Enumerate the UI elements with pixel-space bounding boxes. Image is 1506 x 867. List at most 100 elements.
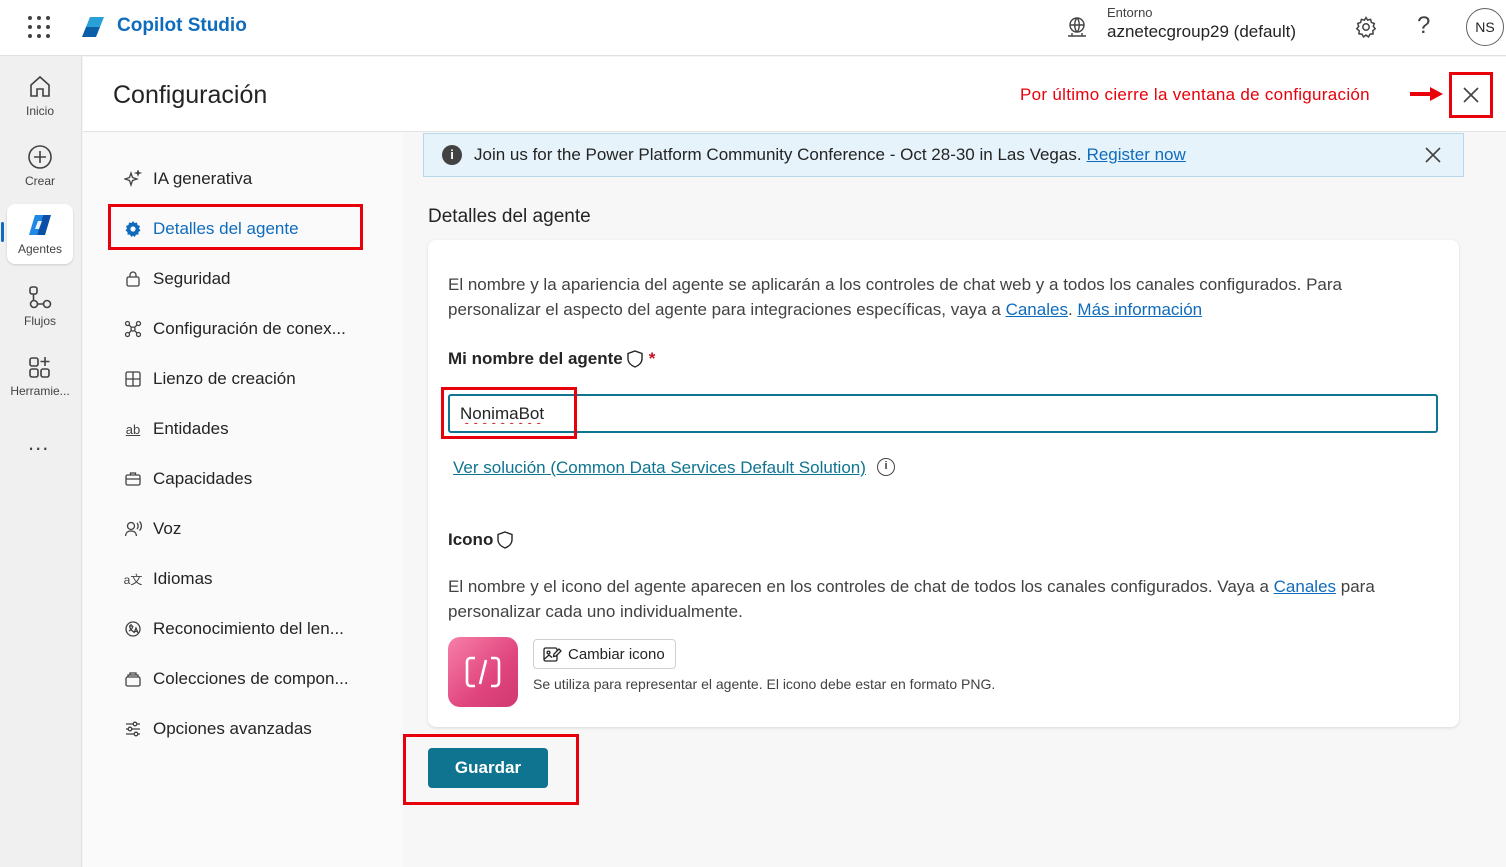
banner-text: Join us for the Power Platform Community… bbox=[474, 145, 1082, 164]
info-icon: i bbox=[442, 145, 462, 165]
app-name[interactable]: Copilot Studio bbox=[117, 15, 247, 37]
nav-item-label: Opciones avanzadas bbox=[153, 719, 312, 738]
shield-icon bbox=[497, 531, 514, 549]
details-description: El nombre y la apariencia del agente se … bbox=[448, 272, 1428, 322]
page-title: Configuración bbox=[113, 81, 268, 109]
gear-icon bbox=[123, 219, 143, 239]
rail-item-label: Agentes bbox=[17, 242, 63, 256]
change-icon-label: Cambiar icono bbox=[568, 645, 665, 663]
rail-item-label: Flujos bbox=[23, 314, 56, 328]
image-edit-icon bbox=[543, 647, 562, 662]
nav-item-colecciones-de-componentes[interactable]: Colecciones de compon... bbox=[123, 664, 349, 694]
rail-item-label: Herramie... bbox=[10, 384, 70, 398]
environment-icon[interactable] bbox=[1066, 16, 1088, 38]
nav-item-label: Seguridad bbox=[153, 269, 231, 288]
language-icon: a文 bbox=[123, 572, 143, 587]
agents-icon bbox=[29, 215, 51, 235]
nav-item-ia-generativa[interactable]: IA generativa bbox=[123, 164, 252, 194]
lock-icon bbox=[123, 269, 143, 289]
close-banner-icon[interactable] bbox=[1423, 145, 1443, 165]
agent-name-label: Mi nombre del agente * bbox=[448, 349, 655, 369]
rail-item-herramientas[interactable]: Herramie... bbox=[0, 346, 80, 410]
agent-name-label-text: Mi nombre del agente bbox=[448, 349, 623, 368]
nav-item-label: Detalles del agente bbox=[153, 219, 299, 238]
nav-item-label: Idiomas bbox=[153, 569, 213, 588]
flows-icon bbox=[29, 286, 52, 309]
settings-nav: IA generativa Detalles del agente Seguri… bbox=[83, 133, 403, 867]
close-icon bbox=[1463, 87, 1479, 103]
left-rail: Inicio Crear Agentes Flujos Herramie... … bbox=[0, 56, 82, 867]
connection-icon bbox=[123, 319, 143, 339]
copilot-studio-logo bbox=[82, 17, 104, 37]
canales-link[interactable]: Canales bbox=[1006, 300, 1068, 319]
mas-informacion-link[interactable]: Más información bbox=[1077, 300, 1202, 319]
info-icon[interactable]: i bbox=[877, 458, 895, 476]
register-now-link[interactable]: Register now bbox=[1087, 145, 1186, 165]
tools-icon bbox=[29, 357, 50, 378]
language-recognition-icon bbox=[123, 619, 143, 639]
agent-details-card: El nombre y la apariencia del agente se … bbox=[428, 240, 1459, 727]
shield-icon bbox=[627, 350, 643, 368]
rail-item-label: Inicio bbox=[25, 104, 54, 118]
agent-icon-image bbox=[448, 637, 518, 707]
nav-item-label: Configuración de conex... bbox=[153, 319, 346, 338]
top-bar: Copilot Studio Entorno aznetecgroup29 (d… bbox=[0, 0, 1506, 56]
agent-name-input[interactable] bbox=[448, 394, 1438, 433]
nav-item-opciones-avanzadas[interactable]: Opciones avanzadas bbox=[123, 714, 312, 744]
entities-icon: ab bbox=[125, 421, 141, 437]
briefcase-icon bbox=[123, 469, 143, 489]
nav-item-label: Voz bbox=[153, 519, 182, 538]
settings-gear-icon[interactable] bbox=[1354, 15, 1378, 39]
icon-hint: Se utiliza para representar el agente. E… bbox=[533, 676, 996, 692]
more-icon[interactable]: ... bbox=[28, 430, 49, 456]
annotation-instruction: Por último cierre la ventana de configur… bbox=[1020, 85, 1370, 104]
nav-item-configuracion-conexion[interactable]: Configuración de conex... bbox=[123, 314, 346, 344]
conference-banner: i Join us for the Power Platform Communi… bbox=[423, 133, 1464, 177]
nav-item-label: Lienzo de creación bbox=[153, 369, 296, 388]
settings-sliders-icon bbox=[123, 719, 143, 739]
required-indicator: * bbox=[648, 349, 656, 368]
nav-item-label: Reconocimiento del len... bbox=[153, 619, 344, 638]
rail-item-agentes[interactable]: Agentes bbox=[0, 204, 80, 268]
home-icon bbox=[30, 75, 50, 97]
avatar[interactable]: NS bbox=[1466, 8, 1504, 46]
add-circle-icon bbox=[28, 145, 52, 169]
icon-label-text: Icono bbox=[448, 530, 494, 549]
annotation-arrow-icon bbox=[1410, 87, 1443, 101]
icon-section-label: Icono bbox=[448, 530, 515, 550]
code-brackets-icon bbox=[465, 656, 501, 688]
section-title: Detalles del agente bbox=[428, 206, 591, 227]
icon-desc-text: El nombre y el icono del agente aparecen… bbox=[448, 577, 1274, 596]
nav-item-capacidades[interactable]: Capacidades bbox=[123, 464, 252, 494]
rail-item-crear[interactable]: Crear bbox=[0, 136, 80, 200]
rail-item-flujos[interactable]: Flujos bbox=[0, 276, 80, 340]
environment-value[interactable]: aznetecgroup29 (default) bbox=[1107, 22, 1296, 42]
close-settings-button[interactable] bbox=[1449, 72, 1493, 118]
environment-label: Entorno bbox=[1107, 5, 1153, 20]
change-icon-button[interactable]: Cambiar icono bbox=[533, 639, 676, 669]
rail-item-inicio[interactable]: Inicio bbox=[0, 66, 80, 130]
save-button[interactable]: Guardar bbox=[428, 748, 548, 788]
canales-link[interactable]: Canales bbox=[1274, 577, 1336, 596]
app-launcher-icon[interactable] bbox=[28, 16, 50, 38]
nav-item-reconocimiento-del-lenguaje[interactable]: Reconocimiento del len... bbox=[123, 614, 344, 644]
collections-icon bbox=[123, 669, 143, 689]
nav-item-label: IA generativa bbox=[153, 169, 253, 188]
description-text: El nombre y la apariencia del agente se … bbox=[448, 275, 1342, 319]
settings-header: Configuración Por último cierre la venta… bbox=[83, 57, 1506, 132]
settings-panel: Configuración Por último cierre la venta… bbox=[83, 57, 1506, 867]
rail-item-label: Crear bbox=[24, 174, 55, 188]
nav-item-seguridad[interactable]: Seguridad bbox=[123, 264, 231, 294]
voice-icon bbox=[123, 519, 143, 539]
nav-item-label: Colecciones de compon... bbox=[153, 669, 349, 688]
canvas-icon bbox=[123, 369, 143, 389]
icon-description: El nombre y el icono del agente aparecen… bbox=[448, 574, 1438, 624]
nav-item-lienzo-de-creacion[interactable]: Lienzo de creación bbox=[123, 364, 296, 394]
nav-item-idiomas[interactable]: a文 Idiomas bbox=[123, 564, 213, 594]
help-icon[interactable]: ? bbox=[1417, 12, 1430, 40]
nav-item-voz[interactable]: Voz bbox=[123, 514, 181, 544]
description-separator: . bbox=[1067, 300, 1078, 319]
view-solution-link[interactable]: Ver solución (Common Data Services Defau… bbox=[453, 458, 866, 478]
nav-item-entidades[interactable]: ab Entidades bbox=[123, 414, 229, 444]
nav-item-detalles-del-agente[interactable]: Detalles del agente bbox=[123, 214, 299, 244]
